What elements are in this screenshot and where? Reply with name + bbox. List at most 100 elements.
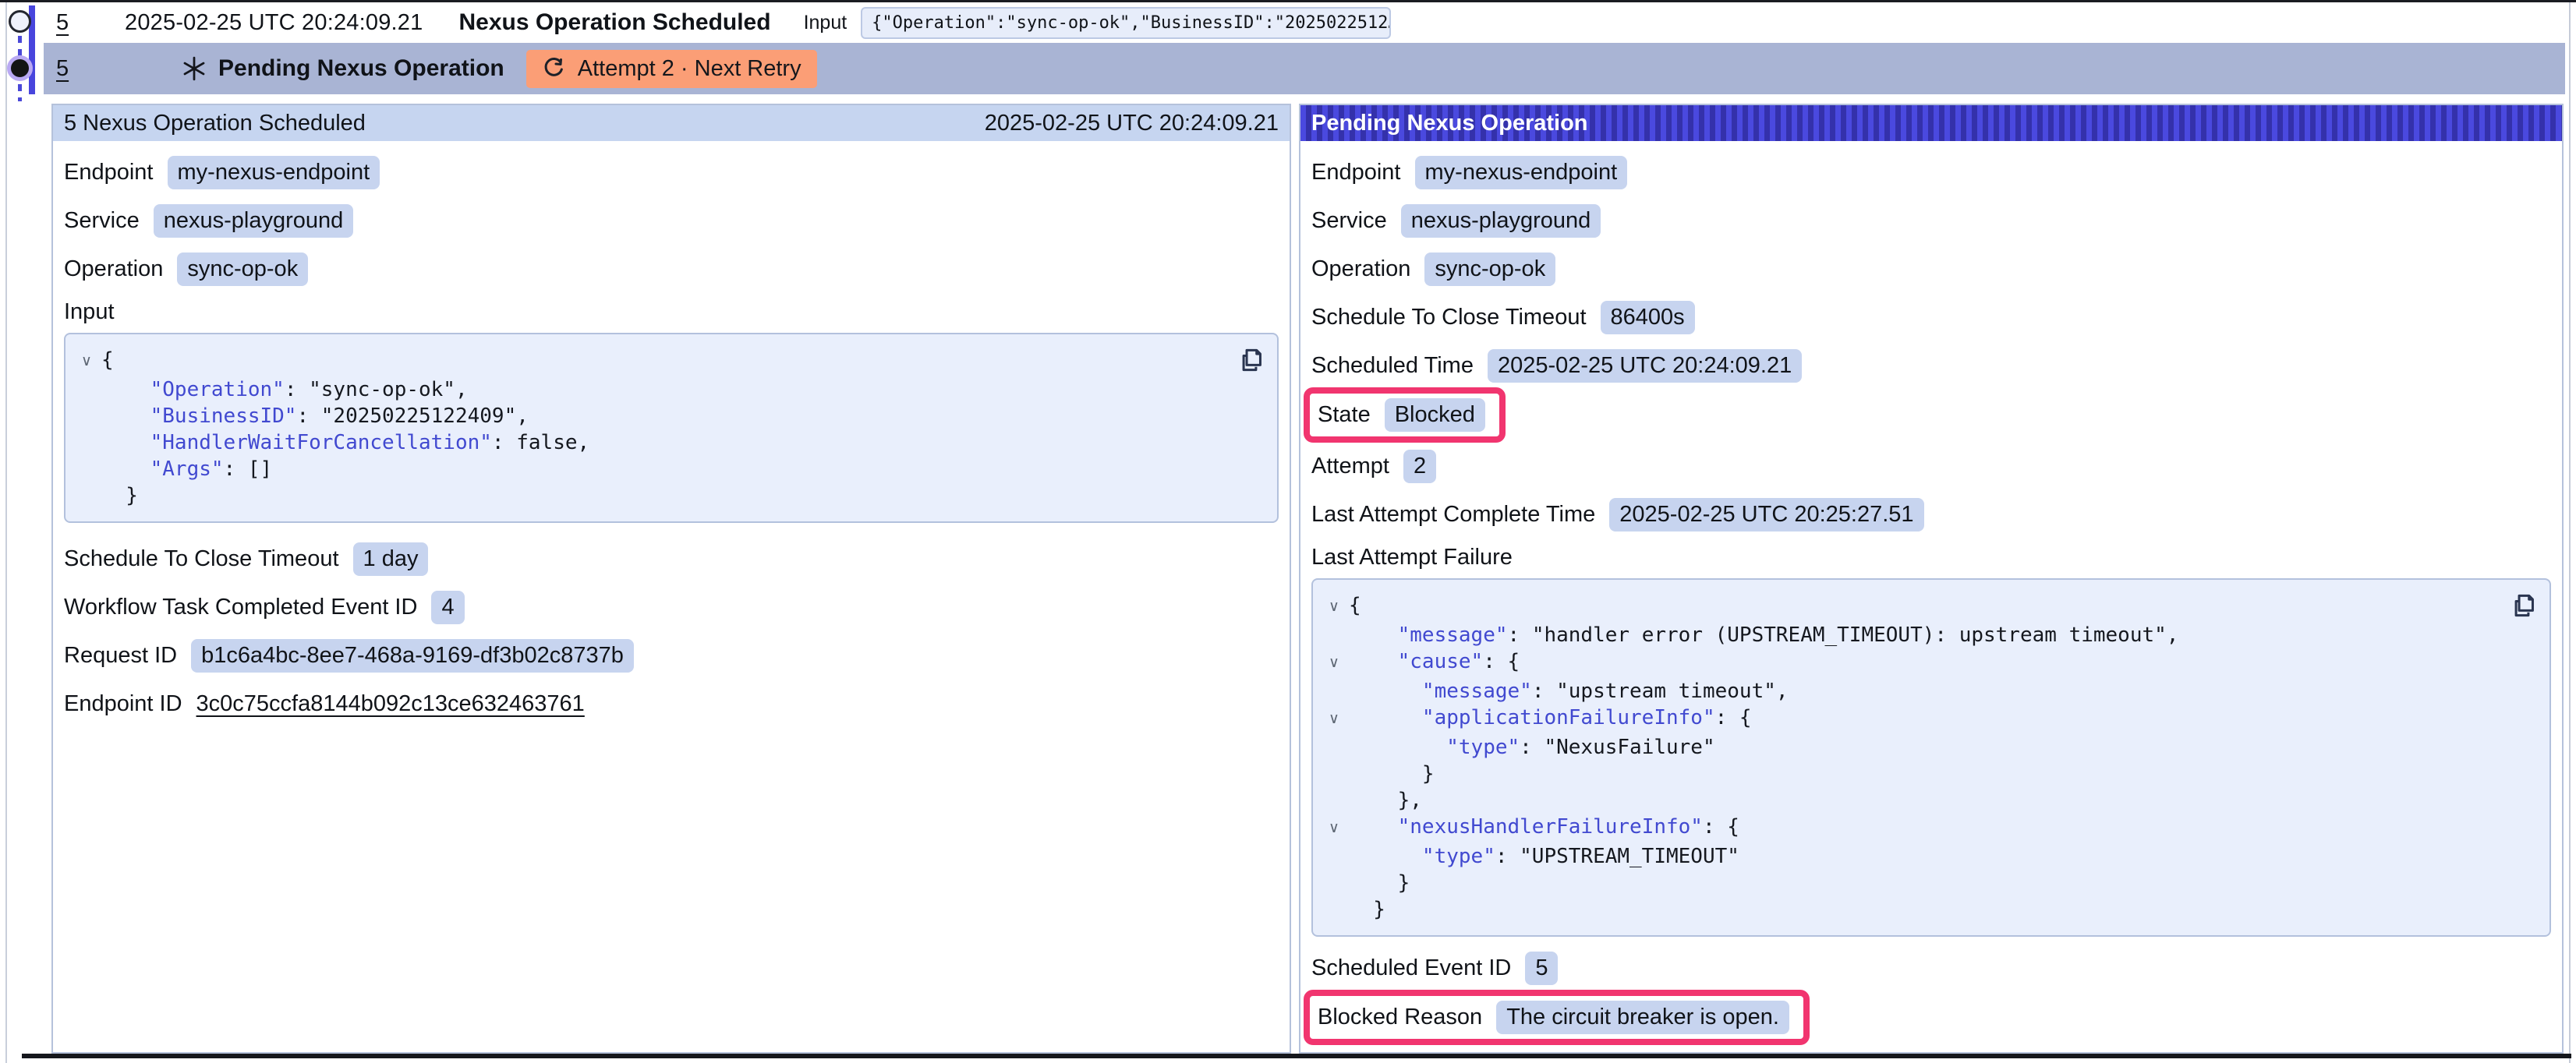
field-schedule-to-close-timeout: Schedule To Close Timeout 86400s [1311,300,2551,334]
field-service: Service nexus-playground [64,203,1279,238]
field-value-chip: nexus-playground [1401,204,1601,238]
scheduled-panel-title: 5 Nexus Operation Scheduled [64,111,366,136]
field-label: Endpoint ID [64,691,182,717]
timeline-filled-dot-icon [7,55,33,81]
field-value-chip: 4 [431,591,464,624]
code-gutter [72,456,101,482]
json-code-line: "Operation": "sync-op-ok", [72,376,1230,403]
field-scheduled-event-id: Scheduled Event ID 5 [1311,951,2551,985]
field-value-chip: nexus-playground [154,204,354,238]
code-text: } [1349,761,1435,787]
timeline-dashed-connector [18,84,22,101]
event-row-pending-selected[interactable]: 5 Pending Nexus Operation Attempt 2 · Ne… [44,43,2565,94]
field-value-chip: 2025-02-25 UTC 20:24:09.21 [1488,349,1802,383]
code-text: } [1349,896,1385,923]
left-rail-divider [5,2,7,1063]
field-label: Request ID [64,643,177,669]
field-workflow-task-completed-event-id: Workflow Task Completed Event ID 4 [64,590,1279,624]
asterisk-pending-icon [181,55,207,82]
field-value-chip: 1 day [353,542,429,576]
field-label: Scheduled Event ID [1311,955,1511,981]
copy-icon[interactable] [2507,591,2537,620]
code-gutter [72,403,101,429]
field-value-chip: b1c6a4bc-8ee7-468a-9169-df3b02c8737b [191,639,634,673]
collapse-caret-icon[interactable]: ∨ [1319,592,1349,622]
field-label: Operation [1311,256,1410,282]
state-highlight-annotation: State Blocked [1304,387,1506,443]
code-text: "message": "upstream timeout", [1349,678,1789,705]
timeline-open-circle-icon [9,10,31,33]
retry-icon [542,57,565,80]
code-gutter [72,482,101,509]
field-service: Service nexus-playground [1311,203,2551,238]
field-value-chip: sync-op-ok [177,253,308,286]
collapse-caret-icon[interactable]: ∨ [1319,705,1349,734]
failure-section-label: Last Attempt Failure [1311,545,1513,570]
field-last-attempt-complete-time: Last Attempt Complete Time 2025-02-25 UT… [1311,497,2551,532]
code-text: { [101,347,114,376]
code-gutter [1319,787,1349,814]
field-endpoint-id: Endpoint ID 3c0c75ccfa8144b092c13ce63246… [64,687,1279,721]
collapse-caret-icon[interactable]: ∨ [72,347,101,376]
collapse-caret-icon[interactable]: ∨ [1319,814,1349,843]
field-label: Attempt [1311,454,1389,479]
json-code-line: "BusinessID": "20250225122409", [72,403,1230,429]
attempt-retry-badge: Attempt 2 · Next Retry [526,50,817,88]
code-text: "type": "UPSTREAM_TIMEOUT" [1349,843,1739,870]
code-gutter [1319,843,1349,870]
json-code-line: }, [1319,787,2503,814]
collapse-caret-icon[interactable]: ∨ [1319,648,1349,678]
scheduled-panel-header: 5 Nexus Operation Scheduled 2025-02-25 U… [53,105,1290,141]
field-value-chip: my-nexus-endpoint [1415,156,1628,189]
field-label: State [1318,402,1371,428]
json-code-line: ∨{ [72,347,1230,376]
endpoint-id-link[interactable]: 3c0c75ccfa8144b092c13ce632463761 [196,691,585,717]
field-state-row: State Blocked [1311,387,2551,443]
event-id-link[interactable]: 5 [56,10,90,36]
code-text: "message": "handler error (UPSTREAM_TIME… [1349,622,2178,648]
code-text: }, [1349,787,1422,814]
scrollbar-track[interactable] [2569,2,2571,1063]
field-value-chip: 2025-02-25 UTC 20:25:27.51 [1609,498,1923,532]
code-gutter [1319,896,1349,923]
json-code-line: } [1319,870,2503,896]
failure-section-label-row: Last Attempt Failure [1311,544,2551,570]
field-label: Last Attempt Complete Time [1311,502,1595,528]
code-gutter [1319,734,1349,761]
scheduled-panel-timestamp: 2025-02-25 UTC 20:24:09.21 [985,111,1279,136]
nexus-event-detail-page: 5 2025-02-25 UTC 20:24:09.21 Nexus Opera… [0,0,2576,1063]
field-label: Schedule To Close Timeout [1311,305,1587,330]
event-row-scheduled[interactable]: 5 2025-02-25 UTC 20:24:09.21 Nexus Opera… [44,2,2565,43]
field-operation: Operation sync-op-ok [64,252,1279,286]
copy-icon[interactable] [1235,345,1265,375]
code-gutter [72,429,101,456]
input-preview-chip[interactable]: {"Operation":"sync-op-ok","BusinessID":"… [861,7,1391,39]
code-gutter [1319,761,1349,787]
field-label: Schedule To Close Timeout [64,546,339,572]
code-text: "nexusHandlerFailureInfo": { [1349,814,1739,843]
code-text: "applicationFailureInfo": { [1349,705,1752,734]
pending-panel-title: Pending Nexus Operation [1311,111,1588,136]
code-text: { [1349,592,1361,622]
json-code-line: ∨ "cause": { [1319,648,2503,678]
field-value-chip: 5 [1525,952,1558,985]
pending-panel-header: Pending Nexus Operation [1300,105,2562,141]
field-value-chip: my-nexus-endpoint [168,156,380,189]
pending-event-title: Pending Nexus Operation [218,55,504,82]
input-section-label: Input [64,299,115,325]
bottom-divider [22,1054,2571,1058]
code-text: "Args": [] [101,456,272,482]
field-label: Scheduled Time [1311,353,1474,379]
field-label: Workflow Task Completed Event ID [64,595,417,620]
json-code-line: "Args": [] [72,456,1230,482]
field-value-chip: 86400s [1601,301,1695,334]
input-label: Input [804,12,847,34]
event-title: Nexus Operation Scheduled [458,9,770,36]
json-code-line: } [1319,761,2503,787]
event-id-link[interactable]: 5 [56,56,90,82]
code-text: "Operation": "sync-op-ok", [101,376,468,403]
code-text: } [1349,870,1410,896]
timeline-dashed-connector [18,36,22,56]
scheduled-event-panel: 5 Nexus Operation Scheduled 2025-02-25 U… [51,104,1291,1054]
json-code-line: ∨{ [1319,592,2503,622]
